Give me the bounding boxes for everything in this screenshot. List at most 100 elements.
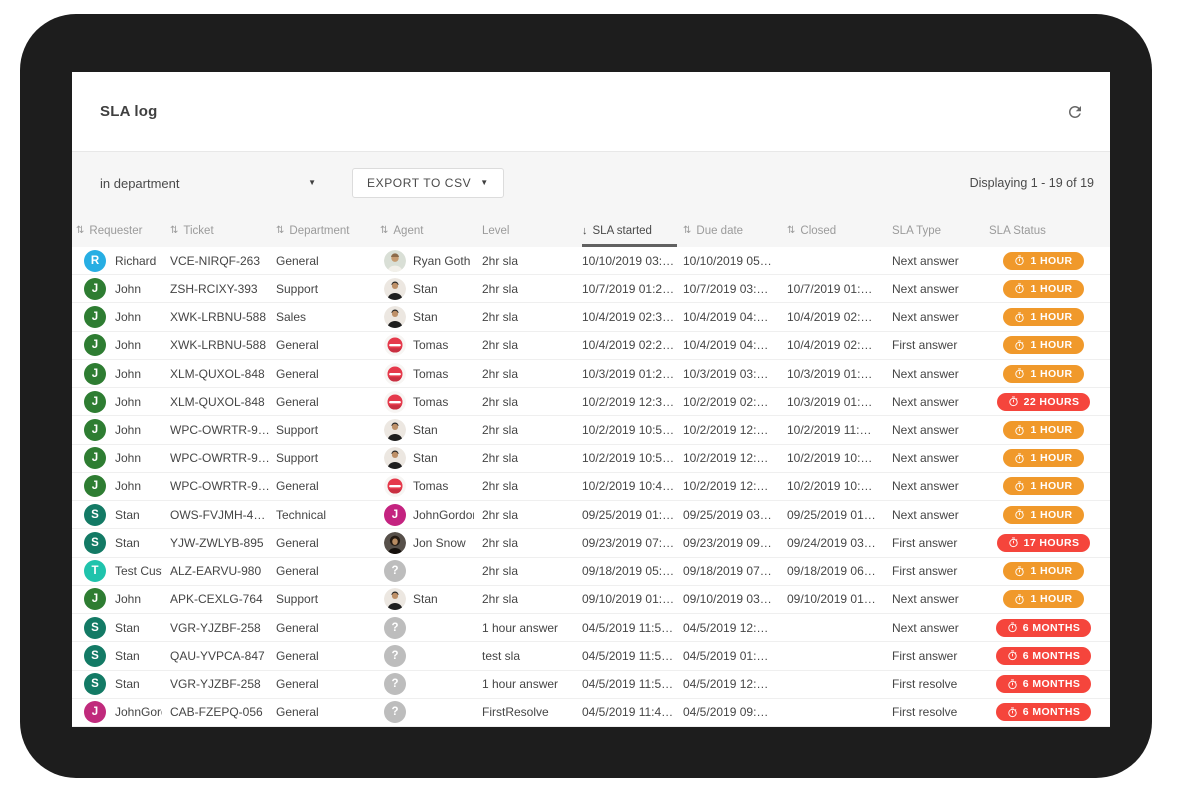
chevron-down-icon: ▼ xyxy=(480,179,489,187)
column-header-sla_started[interactable]: ⇅ ↓ SLA started xyxy=(582,214,683,247)
agent-silhouette-icon xyxy=(384,278,406,300)
agent-avatar xyxy=(384,250,406,272)
ticket-cell: CAB-FZEPQ-056 xyxy=(170,705,276,719)
due-date-cell: 09/25/2019 03… xyxy=(683,508,787,522)
column-header-closed[interactable]: ⇅ ↓ Closed xyxy=(787,214,892,247)
table-row[interactable]: S Stan VGR-YJZBF-258 General ? xyxy=(72,671,1110,699)
agent-cell: ? xyxy=(380,617,482,639)
page-title: SLA log xyxy=(100,103,158,120)
sla-status-label: 1 HOUR xyxy=(1030,509,1072,521)
agent-name: Stan xyxy=(413,423,438,437)
sla-status-cell: 1 HOUR xyxy=(989,308,1110,326)
sla-type-cell: Next answer xyxy=(892,592,989,606)
department-cell: Support xyxy=(276,282,380,296)
department-cell: Support xyxy=(276,592,380,606)
level-cell: FirstResolve xyxy=(482,705,582,719)
sla-started-cell: 04/5/2019 11:5… xyxy=(582,649,683,663)
table-row[interactable]: S Stan QAU-YVPCA-847 General ? xyxy=(72,642,1110,670)
sla-started-cell: 10/2/2019 10:5… xyxy=(582,451,683,465)
table-row[interactable]: J John WPC-OWRTR-9… Support xyxy=(72,445,1110,473)
column-header-agent[interactable]: ⇅ ↓ Agent xyxy=(380,214,482,247)
column-header-ticket[interactable]: ⇅ ↓ Ticket xyxy=(170,214,276,247)
table-row[interactable]: S Stan VGR-YJZBF-258 General ? xyxy=(72,614,1110,642)
requester-avatar: J xyxy=(84,419,106,441)
level-cell: 1 hour answer xyxy=(482,621,582,635)
closed-cell: 10/4/2019 02:… xyxy=(787,310,892,324)
sla-status-cell: 6 MONTHS xyxy=(989,675,1110,693)
sla-status-cell: 17 HOURS xyxy=(989,534,1110,552)
department-cell: General xyxy=(276,621,380,635)
sla-status-label: 1 HOUR xyxy=(1030,480,1072,492)
sla-status-badge: 1 HOUR xyxy=(1003,477,1083,495)
table-row[interactable]: J John ZSH-RCIXY-393 Support xyxy=(72,275,1110,303)
column-header-department[interactable]: ⇅ ↓ Department xyxy=(276,214,380,247)
agent-photo-icon xyxy=(384,250,406,272)
table-row[interactable]: J John XLM-QUXOL-848 General xyxy=(72,360,1110,388)
column-header-due_date[interactable]: ⇅ ↓ Due date xyxy=(683,214,787,247)
export-to-csv-button[interactable]: EXPORT TO CSV ▼ xyxy=(352,168,504,198)
timer-icon xyxy=(1007,650,1018,661)
requester-avatar: J xyxy=(84,701,106,723)
sla-status-badge: 6 MONTHS xyxy=(996,703,1091,721)
sla-type-cell: Next answer xyxy=(892,479,989,493)
ticket-cell: VGR-YJZBF-258 xyxy=(170,677,276,691)
due-date-cell: 04/5/2019 12:… xyxy=(683,677,787,691)
sla-status-cell: 1 HOUR xyxy=(989,477,1110,495)
level-cell: 2hr sla xyxy=(482,423,582,437)
department-filter-select[interactable]: in department ▼ xyxy=(100,176,316,191)
due-date-cell: 10/10/2019 05… xyxy=(683,254,787,268)
table-row[interactable]: J John XWK-LRBNU-588 General xyxy=(72,332,1110,360)
requester-avatar: J xyxy=(84,306,106,328)
table-header-row: ⇅ ↓ Requester ⇅ ↓ Ticket ⇅ ↓ Department … xyxy=(72,214,1110,247)
requester-name: Stan xyxy=(115,536,140,550)
requester-name: Stan xyxy=(115,649,140,663)
requester-name: Stan xyxy=(115,621,140,635)
table-row[interactable]: J John APK-CEXLG-764 Support xyxy=(72,586,1110,614)
requester-avatar: S xyxy=(84,504,106,526)
agent-name: Stan xyxy=(413,310,438,324)
sla-type-cell: Next answer xyxy=(892,310,989,324)
requester-cell: J John xyxy=(76,306,170,328)
sla-status-cell: 1 HOUR xyxy=(989,590,1110,608)
ticket-cell: XLM-QUXOL-848 xyxy=(170,395,276,409)
table-row[interactable]: J John WPC-OWRTR-9… General xyxy=(72,473,1110,501)
table-row[interactable]: J John XWK-LRBNU-588 Sales xyxy=(72,303,1110,331)
table-row[interactable]: S Stan YJW-ZWLYB-895 General xyxy=(72,529,1110,557)
table-row[interactable]: J John XLM-QUXOL-848 General xyxy=(72,388,1110,416)
sla-status-cell: 1 HOUR xyxy=(989,506,1110,524)
requester-name: John xyxy=(115,451,141,465)
agent-cell: Jon Snow xyxy=(380,532,482,554)
sla-started-cell: 04/5/2019 11:5… xyxy=(582,621,683,635)
sla-status-cell: 1 HOUR xyxy=(989,252,1110,270)
sla-status-badge: 17 HOURS xyxy=(997,534,1091,552)
requester-cell: J John xyxy=(76,363,170,385)
sla-started-cell: 10/2/2019 10:5… xyxy=(582,423,683,437)
table-row[interactable]: J John WPC-OWRTR-9… Support xyxy=(72,416,1110,444)
requester-cell: T Test Custo xyxy=(76,560,170,582)
agent-avatar: ? xyxy=(384,560,406,582)
due-date-cell: 09/18/2019 07… xyxy=(683,564,787,578)
department-cell: General xyxy=(276,338,380,352)
sort-arrows-icon: ⇅ xyxy=(76,225,84,236)
refresh-button[interactable] xyxy=(1064,101,1086,123)
requester-name: John xyxy=(115,395,141,409)
table-row[interactable]: S Stan OWS-FVJMH-4… Technical J xyxy=(72,501,1110,529)
requester-name: John xyxy=(115,423,141,437)
column-header-requester[interactable]: ⇅ ↓ Requester xyxy=(76,214,170,247)
requester-name: JohnGordo xyxy=(115,705,162,719)
table-row[interactable]: R Richard VCE-NIRQF-263 General xyxy=(72,247,1110,275)
agent-cell: ? xyxy=(380,560,482,582)
table-row[interactable]: J JohnGordo CAB-FZEPQ-056 General ? xyxy=(72,699,1110,727)
requester-cell: J JohnGordo xyxy=(76,701,170,723)
level-cell: 2hr sla xyxy=(482,338,582,352)
table-row[interactable]: T Test Custo ALZ-EARVU-980 General ? xyxy=(72,558,1110,586)
sla-type-cell: Next answer xyxy=(892,451,989,465)
closed-cell: 10/4/2019 02:… xyxy=(787,338,892,352)
timer-icon xyxy=(1014,255,1025,266)
sla-started-cell: 09/23/2019 07:… xyxy=(582,536,683,550)
agent-avatar xyxy=(384,391,406,413)
requester-name: John xyxy=(115,367,141,381)
sla-type-cell: Next answer xyxy=(892,508,989,522)
sla-status-cell: 22 HOURS xyxy=(989,393,1110,411)
sla-started-cell: 10/3/2019 01:2… xyxy=(582,367,683,381)
